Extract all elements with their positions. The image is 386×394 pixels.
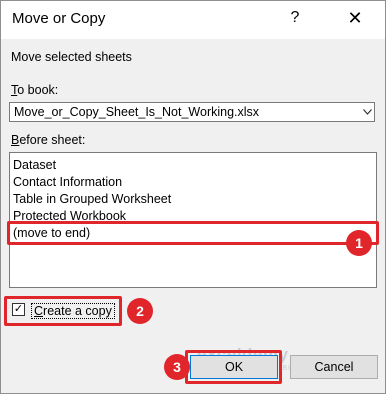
to-book-dropdown[interactable]: Move_or_Copy_Sheet_Is_Not_Working.xlsx: [9, 102, 375, 122]
list-item-table-in-grouped-worksheet[interactable]: Table in Grouped Worksheet: [13, 191, 171, 208]
step-1-badge: 1: [346, 230, 372, 256]
highlight-create-copy: [4, 296, 122, 326]
cancel-button[interactable]: Cancel: [290, 355, 378, 379]
before-sheet-list[interactable]: Dataset Contact Information Table in Gro…: [9, 152, 377, 288]
step-2-badge: 2: [127, 298, 153, 324]
close-button[interactable]: ✕: [345, 8, 365, 30]
dialog-title: Move or Copy: [12, 10, 106, 27]
chevron-down-icon[interactable]: [360, 103, 374, 121]
highlight-move-to-end: [7, 221, 379, 245]
before-sheet-label: Before sheet:: [11, 133, 86, 147]
to-book-selected-value: Move_or_Copy_Sheet_Is_Not_Working.xlsx: [14, 105, 260, 119]
highlight-ok-button: [185, 350, 282, 384]
title-bar: Move or Copy ? ✕: [1, 1, 385, 39]
step-3-badge: 3: [164, 354, 190, 380]
list-item-dataset[interactable]: Dataset: [13, 157, 56, 174]
list-item-contact-information[interactable]: Contact Information: [13, 174, 122, 191]
help-button[interactable]: ?: [287, 9, 303, 29]
to-book-label: To book:: [11, 83, 59, 97]
move-or-copy-dialog: Move or Copy ? ✕ Move selected sheets To…: [0, 0, 386, 394]
move-selected-sheets-label: Move selected sheets: [11, 50, 132, 64]
